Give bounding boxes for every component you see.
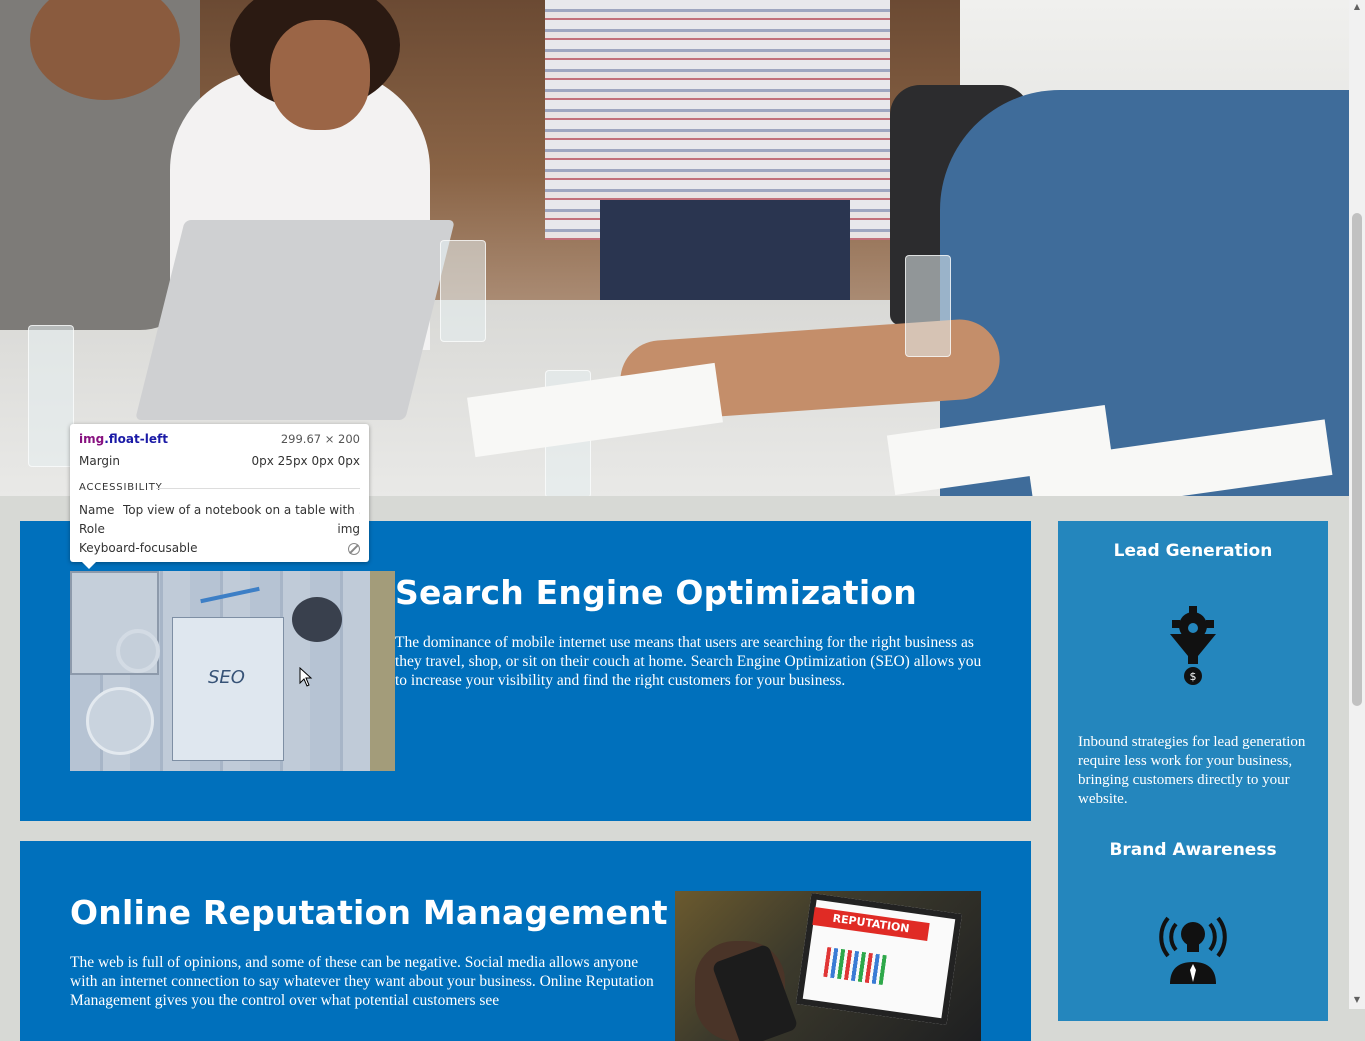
tooltip-role-row: Role img (79, 520, 360, 538)
svg-text:$: $ (1190, 670, 1197, 683)
brand-awareness-title: Brand Awareness (1109, 840, 1277, 860)
scrollbar-thumb[interactable] (1352, 213, 1362, 706)
lightbulb-broadcast-icon (1159, 916, 1227, 984)
tooltip-name-label: Name (79, 503, 115, 517)
tooltip-size: 299.67 × 200 (280, 432, 360, 446)
tooltip-focusable-label: Keyboard-focusable (79, 541, 198, 555)
tooltip-tag: img.float-left (79, 432, 168, 446)
hero-glass (440, 240, 486, 342)
hero-image (0, 0, 1349, 496)
seo-image-word: SEO (208, 667, 245, 688)
orm-image: REPUTATION (675, 891, 981, 1041)
seo-section: SEO Search Engine Optimization The domin… (20, 521, 1031, 821)
tooltip-tag-name: img (79, 432, 105, 446)
tooltip-role-label: Role (79, 522, 105, 536)
orm-body: The web is full of opinions, and some of… (70, 954, 654, 1009)
tooltip-name-row: Name Top view of a notebook on a table w… (79, 501, 360, 519)
hero-glass (905, 255, 951, 357)
hero-glass (28, 325, 74, 467)
tooltip-margin-value: 0px 25px 0px 0px (251, 454, 361, 468)
seo-image-pencil-cup (292, 597, 342, 642)
services-sidebar: Lead Generation $ Inbound strategies for… (1058, 521, 1328, 1021)
tooltip-margin-row: Margin 0px 25px 0px 0px (79, 452, 360, 470)
seo-image-magnifier (116, 629, 160, 673)
lead-generation-title: Lead Generation (1113, 541, 1273, 561)
page-scrollbar[interactable]: ▲ ▼ (1349, 0, 1365, 1009)
hero-person-face (270, 20, 370, 130)
lead-generation-body: Inbound strategies for lead generation r… (1078, 734, 1306, 807)
not-allowed-icon (348, 542, 360, 560)
seo-image-cup (86, 687, 154, 755)
tooltip-divider (156, 488, 360, 489)
tooltip-role-value: img (337, 522, 360, 536)
orm-title: Online Reputation Management (70, 893, 668, 932)
tooltip-name-value: Top view of a notebook on a table with .… (123, 503, 360, 517)
scroll-up-icon[interactable]: ▲ (1349, 0, 1365, 14)
devtools-inspect-tooltip: img.float-left 299.67 × 200 Margin 0px 2… (70, 424, 369, 569)
seo-image-margin (370, 571, 395, 771)
seo-image: SEO (70, 571, 395, 771)
tooltip-margin-label: Margin (79, 454, 120, 468)
hero-laptop (135, 220, 455, 420)
mouse-pointer-icon (299, 667, 313, 687)
tooltip-class-name: .float-left (104, 432, 168, 446)
scroll-down-icon[interactable]: ▼ (1349, 993, 1365, 1007)
hero-person-jeans (600, 200, 850, 300)
tooltip-focusable-row: Keyboard-focusable (79, 539, 360, 557)
seo-body: The dominance of mobile internet use mea… (395, 634, 982, 689)
tooltip-header: img.float-left 299.67 × 200 (79, 430, 360, 448)
tooltip-pointer (82, 562, 96, 569)
seo-image-notebook (172, 617, 284, 761)
seo-title: Search Engine Optimization (395, 573, 917, 612)
funnel-dollar-icon: $ (1170, 606, 1216, 685)
orm-section: Online Reputation Management The web is … (20, 841, 1031, 1041)
